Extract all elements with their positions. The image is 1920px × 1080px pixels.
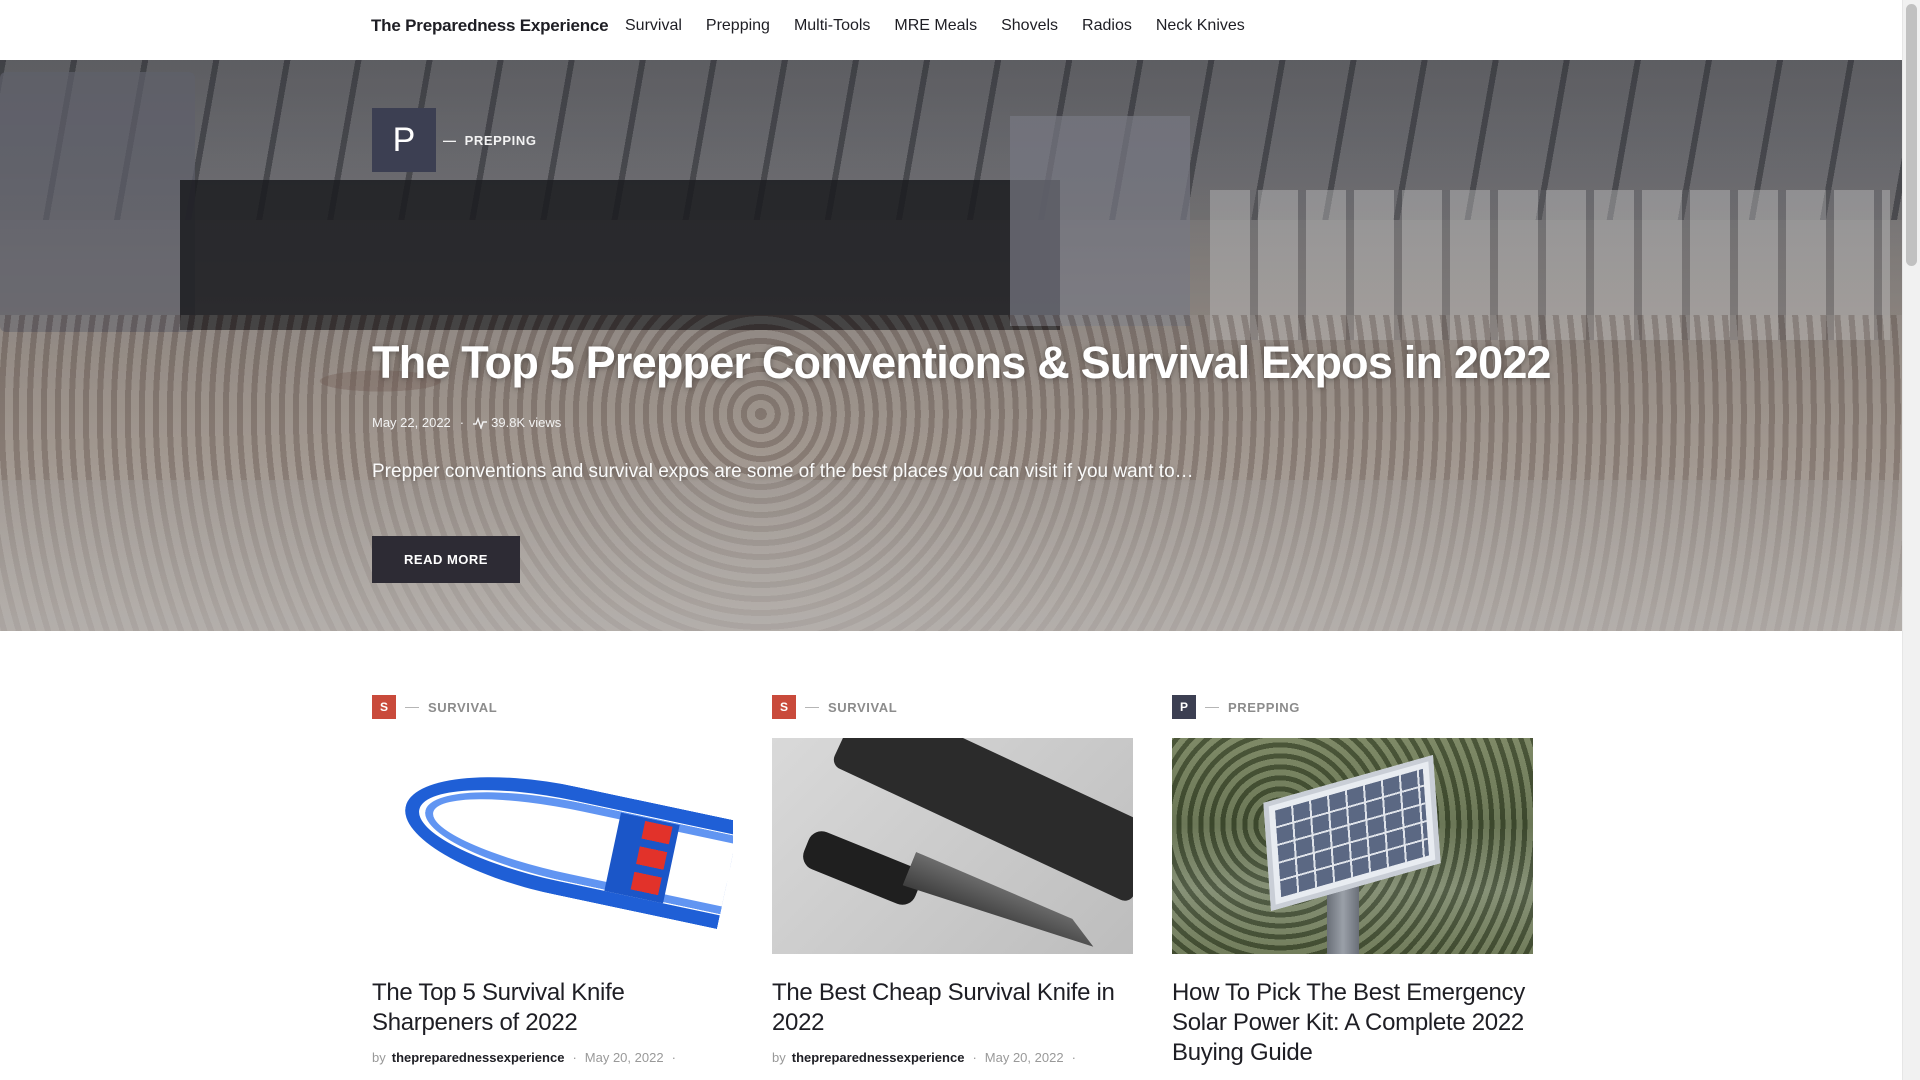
hero-post-meta: May 22, 2022 · 39.8K views bbox=[372, 415, 561, 430]
post-date: May 20, 2022 bbox=[984, 1050, 1064, 1065]
card-meta: by thepreparednessexperience · May 20, 2… bbox=[372, 1050, 733, 1065]
post-card-1: S SURVIVAL The Top 5 Survival Knife Shar… bbox=[372, 695, 733, 1065]
site-header: The Preparedness Experience Survival Pre… bbox=[0, 0, 1902, 60]
by-label: by bbox=[372, 1050, 386, 1065]
knife-handle bbox=[798, 826, 926, 910]
card-category: P PREPPING bbox=[1172, 695, 1533, 719]
author-link[interactable]: thepreparednessexperience bbox=[392, 1050, 565, 1065]
post-date: May 20, 2022 bbox=[584, 1050, 664, 1065]
nav-item-survival[interactable]: Survival bbox=[625, 17, 682, 35]
scrollbar-thumb[interactable] bbox=[1906, 4, 1917, 266]
hero-post-excerpt: Prepper conventions and survival expos a… bbox=[372, 461, 1194, 482]
nav-item-shovels[interactable]: Shovels bbox=[1001, 17, 1058, 35]
hero-meta-separator: · bbox=[459, 415, 465, 430]
nav-item-prepping[interactable]: Prepping bbox=[706, 17, 770, 35]
hero-category-link[interactable]: — PREPPING bbox=[443, 133, 537, 148]
hero-post-title[interactable]: The Top 5 Prepper Conventions & Survival… bbox=[372, 337, 1622, 389]
survival-knife-image[interactable] bbox=[772, 738, 1133, 954]
nav-item-multi-tools[interactable]: Multi-Tools bbox=[794, 17, 870, 35]
main-nav: Survival Prepping Multi-Tools MRE Meals … bbox=[625, 17, 1269, 35]
card-category: S SURVIVAL bbox=[772, 695, 1133, 719]
nav-item-neck-knives[interactable]: Neck Knives bbox=[1156, 17, 1245, 35]
card-title[interactable]: How To Pick The Best Emergency Solar Pow… bbox=[1172, 978, 1533, 1068]
hero-category-label: PREPPING bbox=[464, 133, 537, 148]
category-badge-prepping[interactable]: P bbox=[1172, 695, 1196, 719]
nav-item-radios[interactable]: Radios bbox=[1082, 17, 1132, 35]
hero-post-views: 39.8K views bbox=[491, 415, 562, 430]
post-card-2: S SURVIVAL The Best Cheap Survival Knife… bbox=[772, 695, 1133, 1065]
meta-separator-trailing: · bbox=[1071, 1050, 1076, 1065]
card-category: S SURVIVAL bbox=[372, 695, 733, 719]
nav-item-mre-meals[interactable]: MRE Meals bbox=[894, 17, 977, 35]
category-divider bbox=[805, 706, 819, 708]
hero-category-dash: — bbox=[443, 133, 457, 148]
meta-separator: · bbox=[972, 1050, 977, 1065]
category-link-survival[interactable]: SURVIVAL bbox=[428, 700, 497, 715]
card-title[interactable]: The Top 5 Survival Knife Sharpeners of 2… bbox=[372, 978, 733, 1038]
category-divider bbox=[405, 706, 419, 708]
category-badge-survival[interactable]: S bbox=[772, 695, 796, 719]
hero-post-date: May 22, 2022 bbox=[372, 415, 451, 430]
read-more-button[interactable]: READ MORE bbox=[372, 536, 520, 583]
category-link-prepping[interactable]: PREPPING bbox=[1228, 700, 1300, 715]
page-scrollbar[interactable] bbox=[1902, 0, 1920, 1080]
hero-category-badge[interactable]: P bbox=[372, 108, 436, 172]
meta-separator-trailing: · bbox=[671, 1050, 676, 1065]
by-label: by bbox=[772, 1050, 786, 1065]
category-link-survival[interactable]: SURVIVAL bbox=[828, 700, 897, 715]
author-link[interactable]: thepreparednessexperience bbox=[792, 1050, 965, 1065]
category-divider bbox=[1205, 706, 1219, 708]
site-brand-link[interactable]: The Preparedness Experience bbox=[371, 16, 609, 36]
solar-panel-image[interactable] bbox=[1172, 738, 1533, 954]
category-badge-survival[interactable]: S bbox=[372, 695, 396, 719]
activity-icon bbox=[473, 416, 488, 429]
post-card-3: P PREPPING How To Pick The Best Emergenc… bbox=[1172, 695, 1533, 1068]
card-meta: by thepreparednessexperience · May 20, 2… bbox=[772, 1050, 1133, 1065]
card-title[interactable]: The Best Cheap Survival Knife in 2022 bbox=[772, 978, 1133, 1038]
survival-knife-sharpener-image[interactable] bbox=[372, 738, 733, 954]
meta-separator: · bbox=[572, 1050, 577, 1065]
